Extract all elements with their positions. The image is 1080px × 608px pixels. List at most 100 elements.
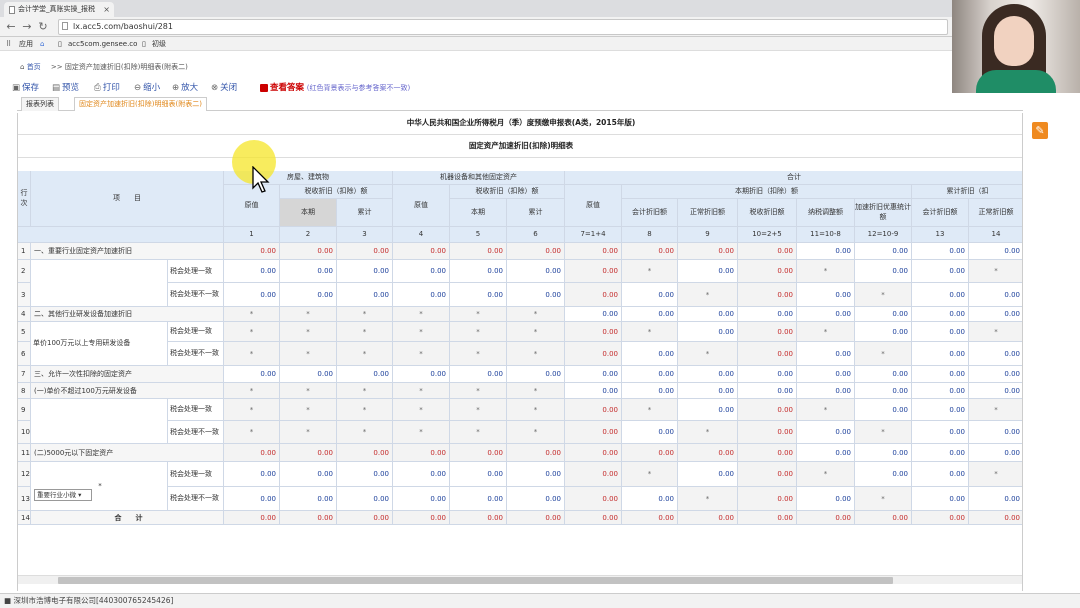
amount-input[interactable]: 0.00 [678, 322, 738, 342]
amount-input[interactable]: 0.00 [969, 342, 1022, 366]
amount-input[interactable]: 0.00 [797, 487, 855, 511]
back-arrow-icon[interactable]: ← [4, 19, 18, 35]
header-col-number: 4 [393, 227, 450, 243]
amount-input[interactable]: 0.00 [912, 342, 969, 366]
amount-input[interactable]: 0.00 [280, 487, 337, 511]
amount-input[interactable]: 0.00 [337, 462, 393, 487]
header-acct-dep: 会计折旧额 [912, 199, 969, 227]
industry-select[interactable]: 重要行业小微 ▾ [34, 489, 92, 501]
reload-icon[interactable]: ↻ [36, 19, 50, 35]
browser-tab[interactable]: 会计学堂_真账实操_报税 × [4, 2, 114, 17]
amount-input[interactable]: 0.00 [224, 260, 280, 283]
bookmark-chuji[interactable]: 初级 [152, 37, 166, 51]
row-sub-label: 税会处理一致 [168, 399, 224, 421]
bookmark-gensee[interactable]: acc5com.gensee.co [68, 37, 137, 51]
amount-input[interactable]: 0.00 [912, 487, 969, 511]
amount-input[interactable]: 0.00 [855, 322, 912, 342]
amount-input[interactable]: 0.00 [912, 399, 969, 421]
amount-input[interactable]: 0.00 [450, 283, 507, 307]
amount-input[interactable]: 0.00 [912, 462, 969, 487]
amount-input[interactable]: 0.00 [797, 283, 855, 307]
bookmarks-bar: ⠿ 应用 ⌂ ▯ acc5com.gensee.co ▯ 初级 [0, 37, 1080, 51]
amount-input[interactable]: 0.00 [393, 462, 450, 487]
amount-cell: 0.00 [969, 243, 1022, 260]
amount-input[interactable]: 0.00 [393, 487, 450, 511]
amount-input[interactable]: 0.00 [912, 283, 969, 307]
forward-arrow-icon[interactable]: → [20, 19, 34, 35]
scrollbar-thumb[interactable] [58, 577, 893, 584]
apps-icon[interactable]: ⠿ [6, 37, 11, 51]
amount-input[interactable]: 0.00 [622, 342, 678, 366]
na-cell: * [280, 322, 337, 342]
zoom-in-button[interactable]: ⊕ 放大 [172, 81, 198, 93]
amount-input[interactable]: 0.00 [224, 487, 280, 511]
save-button[interactable]: ▣ 保存 [12, 81, 39, 93]
amount-input[interactable]: 0.00 [224, 283, 280, 307]
row-number: 14 [18, 511, 31, 525]
amount-input[interactable]: 0.00 [622, 283, 678, 307]
amount-input[interactable]: 0.00 [337, 283, 393, 307]
row-sub-label: 税会处理不一致 [168, 487, 224, 511]
amount-input[interactable]: 0.00 [855, 462, 912, 487]
amount-input[interactable]: 0.00 [280, 462, 337, 487]
amount-input[interactable]: 0.00 [912, 322, 969, 342]
amount-cell: 0.00 [738, 511, 797, 525]
amount-cell: 0.00 [969, 383, 1022, 399]
header-normal-dep: 正常折旧额 [678, 199, 738, 227]
row-number: 1 [18, 243, 31, 260]
show-answer-toggle[interactable]: 查看答案 (红色背景表示与参考答案不一致) [260, 81, 410, 93]
amount-input[interactable]: 0.00 [450, 260, 507, 283]
breadcrumb-home[interactable]: 首页 [27, 63, 41, 71]
amount-input[interactable]: 0.00 [622, 421, 678, 444]
close-button[interactable]: ⊗ 关闭 [211, 81, 237, 93]
na-cell: * [678, 283, 738, 307]
preview-icon: ▤ [52, 83, 61, 93]
amount-input[interactable]: 0.00 [450, 487, 507, 511]
amount-input[interactable]: 0.00 [678, 399, 738, 421]
home-icon[interactable]: ⌂ [40, 37, 44, 51]
amount-input[interactable]: 0.00 [507, 283, 565, 307]
amount-input[interactable]: 0.00 [969, 487, 1022, 511]
amount-input[interactable]: 0.00 [678, 462, 738, 487]
amount-input[interactable]: 0.00 [224, 462, 280, 487]
amount-input[interactable]: 0.00 [855, 260, 912, 283]
amount-input[interactable]: 0.00 [337, 487, 393, 511]
amount-input[interactable]: 0.00 [337, 260, 393, 283]
amount-input[interactable]: 0.00 [912, 421, 969, 444]
print-button[interactable]: ⎙ 打印 [94, 81, 120, 93]
amount-input[interactable]: 0.00 [280, 283, 337, 307]
horizontal-scrollbar[interactable] [18, 575, 1022, 584]
amount-input[interactable]: 0.00 [969, 283, 1022, 307]
amount-input[interactable]: 0.00 [393, 260, 450, 283]
checkbox-icon[interactable] [260, 83, 268, 92]
url-input[interactable]: lx.acc5.com/baoshui/281 [58, 19, 948, 35]
amount-input[interactable]: 0.00 [622, 487, 678, 511]
close-tab-icon[interactable]: × [103, 2, 110, 17]
amount-input[interactable]: 0.00 [797, 421, 855, 444]
edit-pencil-icon[interactable]: ✎ [1032, 122, 1048, 139]
amount-input[interactable]: 0.00 [450, 462, 507, 487]
na-cell: * [622, 462, 678, 487]
amount-input[interactable]: 0.00 [393, 283, 450, 307]
amount-input[interactable]: 0.00 [507, 487, 565, 511]
amount-input[interactable]: 0.00 [678, 260, 738, 283]
tab-fixed-asset-schedule[interactable]: 固定资产加速折旧(扣除)明细表(附表二) [74, 97, 207, 111]
amount-input[interactable]: 0.00 [969, 421, 1022, 444]
header-row-no: 行次 [18, 171, 31, 227]
amount-input[interactable]: 0.00 [912, 260, 969, 283]
tab-report-list[interactable]: 报表列表 [21, 97, 59, 111]
amount-cell: 0.00 [280, 511, 337, 525]
header-tax-dep-amt: 税收折旧额 [738, 199, 797, 227]
amount-input[interactable]: 0.00 [507, 462, 565, 487]
amount-input[interactable]: 0.00 [280, 260, 337, 283]
amount-cell: 0.00 [565, 342, 622, 366]
preview-button[interactable]: ▤ 预览 [52, 81, 79, 93]
zoom-out-button[interactable]: ⊖ 缩小 [134, 81, 160, 93]
amount-cell: 0.00 [565, 421, 622, 444]
amount-cell: 0.00 [678, 243, 738, 260]
bookmark-apps[interactable]: 应用 [19, 37, 33, 51]
amount-input[interactable]: 0.00 [797, 342, 855, 366]
amount-input[interactable]: 0.00 [507, 260, 565, 283]
amount-input[interactable]: 0.00 [855, 399, 912, 421]
breadcrumb-separator: >> [50, 63, 63, 71]
